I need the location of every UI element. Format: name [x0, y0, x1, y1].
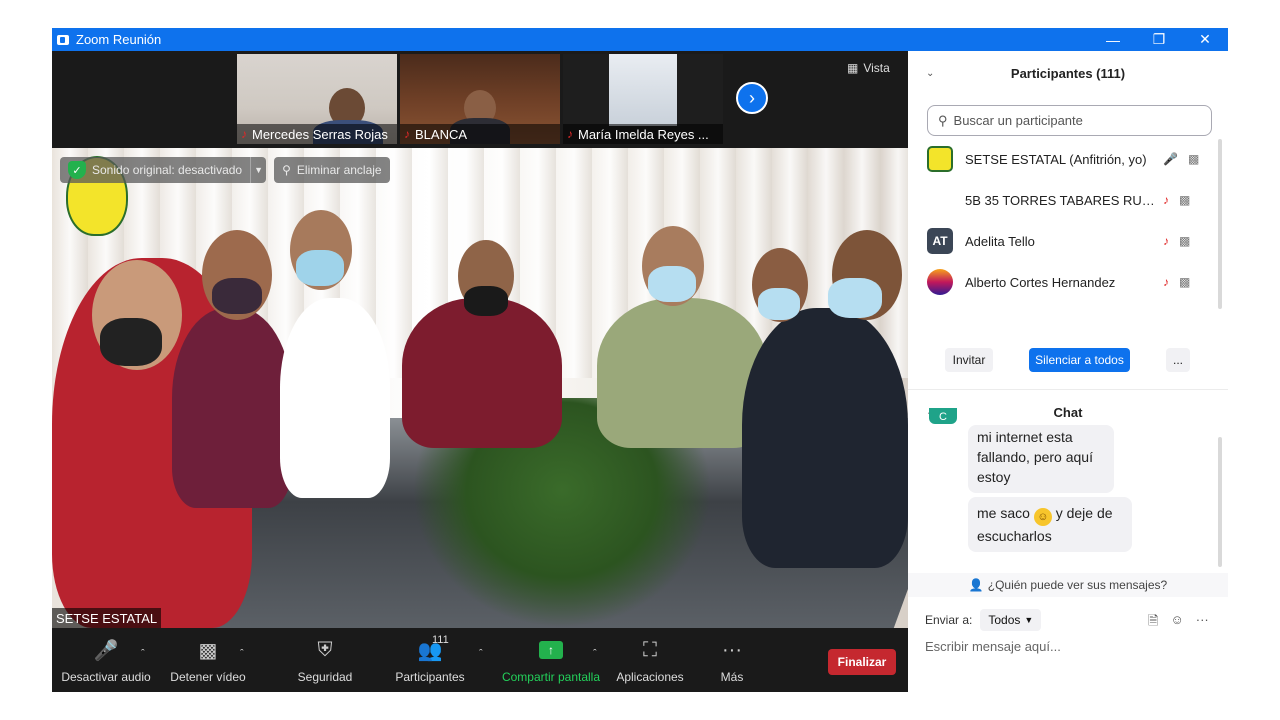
participants-button[interactable]: 👥 111 Participantes — [394, 634, 466, 684]
avatar — [927, 269, 953, 295]
muted-mic-icon: ♪ — [241, 127, 247, 141]
meeting-toolbar: 🎤 Desactivar audio ˆ ▩ Detener vídeo ˆ ⛨… — [52, 628, 908, 692]
camera-off-icon[interactable]: ▩ — [1179, 193, 1190, 207]
chevron-up-icon[interactable]: ˆ — [479, 648, 483, 660]
muted-mic-icon[interactable]: ♪ — [1163, 193, 1169, 207]
next-page-button[interactable]: › — [736, 82, 768, 114]
grid-icon: ▦ — [847, 61, 859, 75]
share-screen-button[interactable]: ↑ Compartir pantalla — [501, 636, 601, 684]
muted-mic-icon: ♪ — [404, 127, 410, 141]
chat-message: mi internet esta fallando, pero aquí est… — [968, 425, 1114, 493]
view-button[interactable]: ▦ Vista — [847, 61, 890, 75]
search-icon: ⚲ — [938, 112, 948, 128]
chat-message: me saco ☺ y deje de escucharlos — [968, 497, 1132, 552]
person-icon: 👤 — [968, 578, 984, 592]
camera-off-icon[interactable]: ▩ — [1179, 234, 1190, 248]
participants-scrollbar[interactable] — [1218, 139, 1222, 309]
active-speaker-name: SETSE ESTATAL — [52, 608, 162, 628]
zoom-logo-icon — [57, 34, 69, 45]
avatar: AT — [927, 228, 953, 254]
side-panel: ⌄ Participantes (111) ⚲ SETSE ESTATAL (A… — [908, 51, 1228, 692]
main-video[interactable]: ✓ Sonido original: desactivado ▼ ⚲ Elimi… — [52, 148, 908, 628]
chevron-down-icon[interactable]: ▼ — [250, 157, 266, 183]
apps-button[interactable]: ⛶ Aplicaciones — [615, 636, 685, 685]
video-thumbnail[interactable]: ♪ Mercedes Serras Rojas — [237, 54, 397, 144]
camera-off-icon[interactable]: ▩ — [1179, 275, 1190, 289]
security-button[interactable]: ⛨ Seguridad — [295, 636, 355, 685]
upside-down-face-emoji-icon: ☺ — [1033, 508, 1052, 526]
stop-video-button[interactable]: ▩ Detener vídeo — [168, 636, 248, 685]
zoom-window: Zoom Reunión — ❐ ✕ ♪ Mercedes Serras Roja… — [52, 28, 1228, 692]
who-can-see-messages-link[interactable]: 👤 ¿Quién puede ver sus mensajes? — [908, 573, 1228, 597]
unpin-button[interactable]: ⚲ Eliminar anclaje — [274, 157, 390, 183]
close-button[interactable]: ✕ — [1182, 28, 1228, 51]
chevron-down-icon: ▼ — [1024, 615, 1034, 625]
video-overlay-controls: ✓ Sonido original: desactivado ▼ ⚲ Elimi… — [60, 157, 390, 183]
window-title: Zoom Reunión — [76, 32, 162, 47]
muted-mic-icon[interactable]: ♪ — [1163, 234, 1169, 248]
more-dots-icon: ··· — [722, 638, 742, 661]
thumbnail-name: ♪ BLANCA — [400, 124, 560, 144]
collapse-chevron-icon[interactable]: ⌄ — [926, 68, 934, 79]
shield-check-icon: ✓ — [68, 161, 86, 179]
microphone-icon: 🎤 — [93, 639, 119, 662]
microphone-icon[interactable]: 🎤 — [1163, 152, 1178, 166]
video-thumbnail[interactable]: ♪ María Imelda Reyes ... — [563, 54, 723, 144]
chat-message-input[interactable] — [925, 639, 1215, 654]
mute-all-button[interactable]: Silenciar a todos — [1029, 348, 1130, 372]
participant-row[interactable]: SETSE ESTATAL (Anfitrión, yo) 🎤 ▩ — [927, 139, 1207, 179]
participant-row[interactable]: Alberto Cortes Hernandez ♪ ▩ — [927, 262, 1207, 302]
search-input[interactable] — [953, 113, 1194, 128]
title-bar: Zoom Reunión — ❐ ✕ — [52, 28, 1228, 51]
muted-mic-icon: ♪ — [567, 127, 573, 141]
chat-sender-avatar: C — [929, 408, 957, 424]
file-icon[interactable]: 🗎 — [1148, 612, 1158, 634]
apps-icon: ⛶ — [643, 638, 657, 661]
chevron-right-icon: › — [749, 87, 755, 108]
end-meeting-button[interactable]: Finalizar — [828, 649, 896, 675]
camera-off-icon[interactable]: ▩ — [1188, 152, 1199, 166]
share-arrow-icon: ↑ — [539, 641, 563, 659]
more-dots-icon[interactable]: ··· — [1196, 612, 1209, 634]
chevron-up-icon[interactable]: ˆ — [141, 648, 145, 660]
participants-header: ⌄ Participantes (111) — [926, 65, 1126, 81]
participant-search[interactable]: ⚲ — [927, 105, 1212, 136]
camera-icon: ▩ — [198, 639, 218, 662]
muted-mic-icon[interactable]: ♪ — [1163, 275, 1169, 289]
chevron-up-icon[interactable]: ˆ — [240, 648, 244, 660]
emoji-icon[interactable]: ☺ — [1170, 612, 1183, 634]
recipient-dropdown[interactable]: Todos ▼ — [980, 609, 1042, 631]
participants-actions: Invitar Silenciar a todos ... — [908, 348, 1228, 374]
minimize-button[interactable]: — — [1090, 28, 1136, 51]
thumbnail-strip: ♪ Mercedes Serras Rojas ♪ BLANCA ♪ María Im… — [52, 51, 908, 148]
more-button[interactable]: ··· Más — [712, 636, 752, 685]
chevron-up-icon[interactable]: ˆ — [593, 648, 597, 660]
avatar — [927, 187, 953, 213]
divider — [908, 389, 1228, 390]
more-options-button[interactable]: ... — [1166, 348, 1190, 372]
mute-audio-button[interactable]: 🎤 Desactivar audio — [61, 636, 150, 685]
invite-button[interactable]: Invitar — [945, 348, 993, 372]
thumbnail-name: ♪ María Imelda Reyes ... — [563, 124, 723, 144]
shield-icon: ⛨ — [317, 638, 333, 661]
participants-count: 111 — [432, 634, 449, 646]
send-to-row: Enviar a: Todos ▼ — [925, 609, 1042, 631]
participant-row[interactable]: 5B 35 TORRES TABARES RUBEN ... ♪▩ — [927, 180, 1207, 220]
video-thumbnail[interactable]: ♪ BLANCA — [400, 54, 560, 144]
chat-tools: 🗎 ☺ ··· — [1148, 612, 1209, 634]
restore-button[interactable]: ❐ — [1136, 28, 1182, 51]
thumbnail-name: ♪ Mercedes Serras Rojas — [237, 124, 397, 144]
avatar — [927, 146, 953, 172]
video-stage: ♪ Mercedes Serras Rojas ♪ BLANCA ♪ María Im… — [52, 51, 908, 692]
pin-icon: ⚲ — [282, 163, 291, 177]
participant-row[interactable]: AT Adelita Tello ♪ ▩ — [927, 221, 1207, 261]
chat-scrollbar[interactable] — [1218, 437, 1222, 567]
original-sound-toggle[interactable]: ✓ Sonido original: desactivado ▼ — [60, 157, 267, 183]
